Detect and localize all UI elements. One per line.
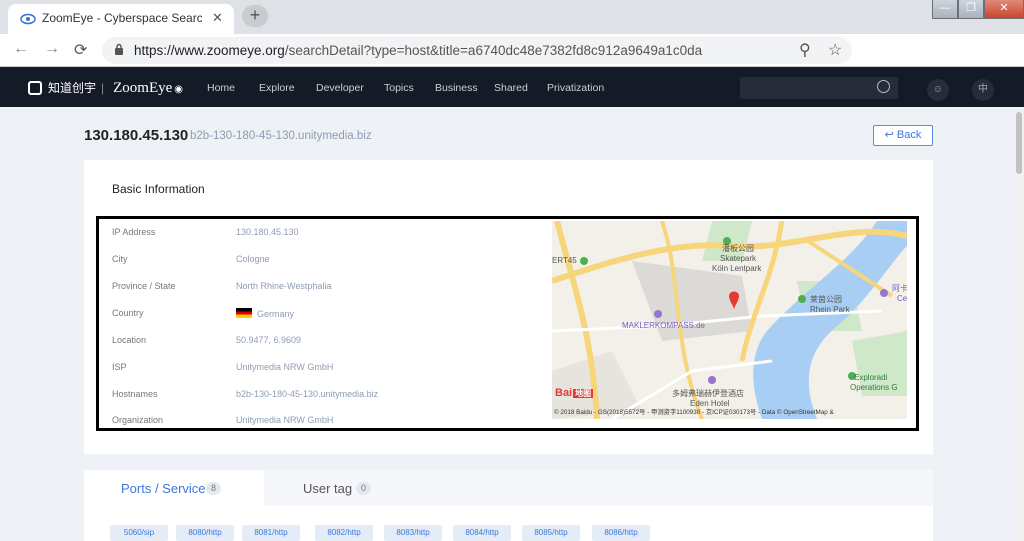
port-chip[interactable]: 5060/sip (110, 525, 168, 541)
basic-info-card: Basic Information IP Address 130.180.45.… (84, 160, 933, 454)
port-chip[interactable]: 8083/http (384, 525, 442, 541)
lock-icon (115, 43, 123, 55)
port-chip[interactable]: 8082/http (315, 525, 373, 541)
port-chip[interactable]: 8085/http (522, 525, 580, 541)
reload-icon[interactable]: ⟳ (74, 40, 87, 60)
tab-ports-label: Ports / Service (121, 481, 206, 496)
isp-value: Unitymedia NRW GmbH (236, 362, 334, 372)
logo-mark-icon (28, 81, 42, 95)
location-value: 50.9477, 6.9609 (236, 335, 302, 345)
logo-divider: | (101, 81, 105, 95)
back-arrow-icon[interactable]: ← (13, 40, 29, 58)
logo-cn-text: 知道创宇 (48, 81, 97, 95)
port-chip[interactable]: 8086/http (592, 525, 650, 541)
tab-user-tag[interactable]: User tag 0 (264, 470, 933, 506)
tab-user-tag-label: User tag (303, 481, 353, 496)
city-label: City (112, 254, 128, 264)
host-hostname: b2b-130-180-45-130.unitymedia.biz (190, 130, 372, 142)
country-label: Country (112, 308, 144, 318)
star-icon[interactable]: ☆ (828, 40, 842, 60)
nav-explore[interactable]: Explore (259, 82, 295, 94)
site-search-input[interactable] (740, 77, 898, 99)
city-value: Cologne (236, 254, 270, 264)
map-copyright: © 2018 Baidu - GS(2018)5572号 - 甲测资字11009… (554, 409, 834, 416)
browser-tab[interactable]: ZoomEye - Cyberspace Search En ✕ (8, 4, 234, 34)
window-restore-button[interactable]: ❐ (958, 0, 984, 19)
nav-privatization[interactable]: Privatization (547, 82, 604, 94)
search-icon[interactable]: ⚲ (799, 40, 811, 60)
address-bar-row: ← → ⟳ https://www.zoomeye.org/searchDeta… (0, 34, 1024, 100)
baidu-logo-cn: 地图 (573, 389, 594, 398)
logo-brand-text: ZoomEye (113, 80, 173, 96)
host-ip-title: 130.180.45.130 (84, 127, 189, 144)
search-icon[interactable] (877, 80, 890, 93)
nav-home[interactable]: Home (207, 82, 235, 94)
ip-address-label: IP Address (112, 227, 156, 237)
back-button[interactable]: ↩ Back (873, 125, 933, 146)
ports-count-badge: 8 (206, 482, 222, 495)
country-name: Germany (257, 309, 295, 319)
map-label-exploradi: Exploradi (854, 373, 888, 382)
province-value: North Rhine-Westphalia (236, 281, 332, 291)
map-label-rheinpark: Rhein Park (810, 305, 850, 314)
location-label: Location (112, 335, 147, 345)
nav-developer[interactable]: Developer (316, 82, 364, 94)
province-label: Province / State (112, 281, 176, 291)
map-label-maklerkompass: MAKLERKOMPASS.de (622, 321, 705, 330)
organization-value: Unitymedia NRW GmbH (236, 415, 334, 425)
tab-title: ZoomEye - Cyberspace Search En (42, 11, 202, 25)
map-label-hotel-cn: 多姆弗瑞赫伊登酒店 (672, 389, 744, 398)
map-label-cn-right: 阿卡 (892, 284, 907, 293)
new-tab-button[interactable]: + (242, 5, 268, 27)
zoomeye-favicon-icon (20, 13, 36, 25)
map-label-lentpark: Köln Lentpark (712, 264, 762, 273)
map-label-skatepark: Skatepark (720, 254, 757, 263)
tab-close-icon[interactable]: ✕ (212, 10, 223, 26)
ports-card: Ports / Service 8 User tag 0 5060/sip 80… (84, 470, 933, 541)
scrollbar-thumb[interactable] (1016, 112, 1022, 174)
url-text: https://www.zoomeye.org/searchDetail?typ… (134, 43, 702, 58)
port-chip[interactable]: 8081/http (242, 525, 300, 541)
nav-shared[interactable]: Shared (494, 82, 528, 94)
map-label-ert45: ERT45 (552, 256, 577, 265)
window-minimize-button[interactable]: — (932, 0, 958, 19)
basic-info-box: IP Address 130.180.45.130 City Cologne P… (96, 216, 919, 431)
url-field[interactable]: https://www.zoomeye.org/searchDetail?typ… (102, 37, 852, 64)
window-close-button[interactable]: ✕ (984, 0, 1024, 19)
basic-info-title: Basic Information (112, 182, 205, 196)
language-button[interactable]: 中 (972, 79, 994, 101)
location-map[interactable]: ERT45 潘板公园 Skatepark Köln Lentpark 莱茵公园 … (552, 221, 907, 419)
country-value: Germany (236, 308, 294, 319)
map-label-park-cn: 潘板公园 (722, 244, 754, 253)
map-label-ce: Ce (897, 294, 907, 303)
site-logo[interactable]: 知道创宇 | ZoomEye ◉ (28, 79, 183, 97)
hostnames-label: Hostnames (112, 389, 158, 399)
browser-tab-bar: ZoomEye - Cyberspace Search En ✕ + — ❐ ✕ (0, 0, 1024, 34)
forward-arrow-icon[interactable]: → (44, 40, 60, 58)
ip-address-value: 130.180.45.130 (236, 227, 299, 237)
user-tag-count-badge: 0 (356, 482, 372, 495)
map-label-rheinpark-cn: 莱茵公园 (810, 295, 842, 304)
baidu-logo-text: Bai (555, 387, 573, 399)
user-icon[interactable]: ☺ (927, 79, 949, 101)
port-chip[interactable]: 8084/http (453, 525, 511, 541)
port-chip[interactable]: 8080/http (176, 525, 234, 541)
site-navbar: 知道创宇 | ZoomEye ◉ Home Explore Developer Top… (0, 67, 1024, 107)
organization-label: Organization (112, 415, 164, 425)
nav-business[interactable]: Business (435, 82, 478, 94)
nav-topics[interactable]: Topics (384, 82, 414, 94)
isp-label: ISP (112, 362, 127, 372)
map-label-operations: Operations G (850, 383, 898, 392)
tab-ports-service[interactable]: Ports / Service 8 (84, 470, 264, 506)
hostnames-value: b2b-130-180-45-130.unitymedia.biz (236, 389, 379, 399)
url-origin: https://www.zoomeye.org (134, 43, 285, 58)
url-path: /searchDetail?type=host&title=a6740dc48e… (284, 43, 703, 58)
germany-flag-icon (236, 308, 252, 318)
baidu-logo[interactable]: Bai 地图 (555, 387, 594, 399)
eye-icon: ◉ (174, 84, 184, 95)
